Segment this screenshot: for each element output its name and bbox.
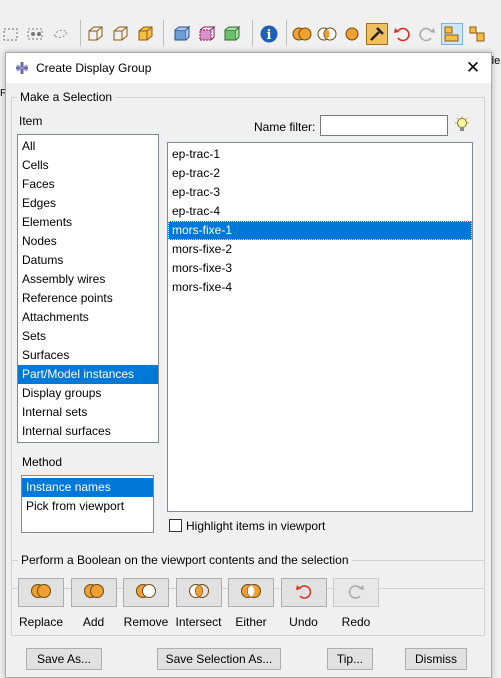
mesh-cube-icon[interactable] — [170, 23, 192, 45]
instance-list-entry[interactable]: ep-trac-1 — [168, 145, 472, 164]
method-label: Method — [22, 455, 63, 469]
replace-icon — [28, 582, 54, 603]
boolean-legend: Perform a Boolean on the viewport conten… — [18, 553, 352, 567]
dialog-titlebar[interactable]: Create Display Group ✕ — [6, 53, 491, 83]
undo-toolbar-icon[interactable] — [391, 23, 413, 45]
highlight-items-label[interactable]: Highlight items in viewport — [186, 519, 325, 533]
redo-icon — [346, 582, 366, 603]
either-button[interactable] — [228, 578, 274, 607]
name-filter-input[interactable] — [320, 115, 448, 136]
pick-tool-icon[interactable] — [366, 23, 388, 45]
item-list-entry[interactable]: Nodes — [18, 232, 158, 251]
item-list-entry[interactable]: Reference points — [18, 289, 158, 308]
item-list-entry[interactable]: Internal sets — [18, 403, 158, 422]
item-list-entry[interactable]: Internal surfaces — [18, 422, 158, 441]
dismiss-button[interactable]: Dismiss — [405, 648, 467, 670]
add-icon — [81, 582, 107, 603]
instance-list-entry[interactable]: mors-fixe-3 — [168, 259, 472, 278]
instance-list-entry[interactable]: mors-fixe-1 — [168, 221, 472, 240]
svg-text:i: i — [267, 28, 272, 43]
name-filter-label: Name filter: — [254, 120, 316, 134]
mesh-cube-red-icon[interactable] — [195, 23, 217, 45]
display-group-icon[interactable] — [441, 23, 463, 45]
display-group-manager-icon[interactable] — [466, 23, 488, 45]
single-circle-icon[interactable] — [341, 23, 363, 45]
mesh-cube-green-icon[interactable] — [220, 23, 242, 45]
item-list-entry[interactable]: Sets — [18, 327, 158, 346]
item-list-entry[interactable]: Cells — [18, 156, 158, 175]
item-list-entry[interactable]: Datums — [18, 251, 158, 270]
item-list-entry[interactable]: Display groups — [18, 384, 158, 403]
remove-icon — [133, 582, 159, 603]
add-button[interactable] — [70, 578, 117, 607]
replace-button[interactable] — [18, 578, 64, 607]
toolbar-separator — [286, 20, 287, 46]
item-list-entry[interactable]: Faces — [18, 175, 158, 194]
instance-list[interactable]: ep-trac-1 ep-trac-2 ep-trac-3 ep-trac-4 mors… — [167, 142, 473, 512]
item-list-entry[interactable]: Edges — [18, 194, 158, 213]
wireframe-cube-icon[interactable] — [84, 23, 106, 45]
undo-icon — [294, 582, 314, 603]
item-list-entry[interactable]: Surfaces — [18, 346, 158, 365]
undo-button[interactable] — [280, 578, 327, 607]
item-list-entry[interactable]: Assembly wires — [18, 270, 158, 289]
hidden-line-cube-icon[interactable] — [109, 23, 131, 45]
method-list[interactable]: Instance names Pick from viewport — [21, 475, 154, 533]
instance-list-entry[interactable]: ep-trac-4 — [168, 202, 472, 221]
lightbulb-icon[interactable] — [454, 116, 470, 137]
replace-display-icon[interactable] — [291, 23, 313, 45]
either-label: Either — [235, 615, 267, 629]
item-list[interactable]: All Cells Faces Edges Elements Nodes Datums Ass… — [17, 134, 159, 443]
select-nodes-icon[interactable] — [25, 23, 47, 45]
make-selection-legend: Make a Selection — [17, 90, 116, 104]
add-display-icon[interactable] — [316, 23, 338, 45]
tip-button[interactable]: Tip... — [327, 648, 373, 670]
item-list-entry[interactable]: Elements — [18, 213, 158, 232]
add-label: Add — [82, 615, 105, 629]
intersect-button[interactable] — [175, 578, 222, 607]
undo-label: Undo — [289, 615, 318, 629]
select-box-icon[interactable] — [0, 23, 22, 45]
save-selection-as-button[interactable]: Save Selection As... — [157, 648, 281, 670]
toolbar-separator — [163, 20, 164, 46]
toolbar-group-render — [84, 22, 156, 46]
toolbar-group-mesh — [170, 22, 242, 46]
select-lasso-icon[interactable] — [50, 23, 72, 45]
toolbar-group-info: i — [258, 22, 280, 46]
shaded-cube-icon[interactable] — [134, 23, 156, 45]
save-as-button[interactable]: Save As... — [26, 648, 102, 670]
redo-button[interactable] — [333, 578, 379, 607]
main-toolbar: i de F — [0, 0, 501, 99]
toolbar-separator — [252, 20, 253, 46]
highlight-items-checkbox[interactable] — [169, 519, 182, 532]
instance-list-entry[interactable]: ep-trac-3 — [168, 183, 472, 202]
redo-toolbar-icon[interactable] — [416, 23, 438, 45]
instance-list-entry[interactable]: mors-fixe-2 — [168, 240, 472, 259]
toolbar-group-display — [291, 22, 488, 46]
item-list-entry[interactable]: All — [18, 137, 158, 156]
abaqus-logo-icon — [14, 61, 30, 78]
toolbar-separator — [80, 20, 81, 46]
remove-button[interactable] — [123, 578, 169, 607]
intersect-icon — [186, 582, 212, 603]
intersect-label: Intersect — [175, 615, 222, 629]
dialog-title: Create Display Group — [36, 61, 152, 75]
replace-label: Replace — [18, 615, 64, 629]
instance-list-entry[interactable]: ep-trac-2 — [168, 164, 472, 183]
redo-label: Redo — [341, 615, 371, 629]
close-icon[interactable]: ✕ — [463, 58, 483, 78]
remove-label: Remove — [123, 615, 169, 629]
method-list-entry[interactable]: Instance names — [22, 478, 153, 497]
toolbar-group-view — [0, 22, 72, 46]
item-list-entry[interactable]: Part/Model instances — [18, 365, 158, 384]
item-list-entry[interactable]: Attachments — [18, 308, 158, 327]
item-label: Item — [19, 114, 43, 128]
info-icon[interactable]: i — [258, 23, 280, 45]
create-display-group-dialog: Create Display Group ✕ Make a Selection … — [5, 52, 492, 678]
instance-list-entry[interactable]: mors-fixe-4 — [168, 278, 472, 297]
method-list-entry[interactable]: Pick from viewport — [22, 497, 153, 516]
either-icon — [238, 582, 264, 603]
